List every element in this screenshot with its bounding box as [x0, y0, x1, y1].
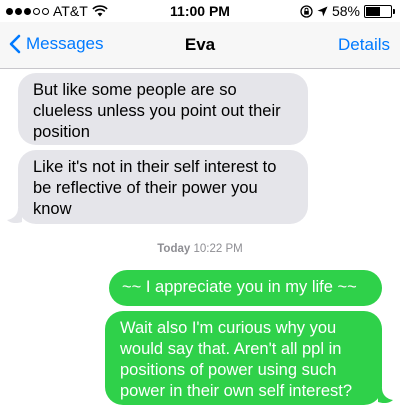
timestamp-day: Today	[157, 243, 191, 255]
message-bubble-received[interactable]: Like it's not in their self interest to …	[18, 150, 308, 224]
location-arrow-icon	[317, 6, 328, 16]
message-text: Like it's not in their self interest to …	[33, 158, 277, 218]
nav-bar: Messages Eva Details	[0, 22, 400, 69]
status-right: 58%	[300, 3, 395, 19]
battery-fill	[366, 6, 380, 16]
message-text: Wait also I'm curious why you would say …	[120, 319, 353, 400]
message-bubble-sent[interactable]: ~~ I appreciate you in my life ~~	[109, 270, 382, 306]
rotation-lock-icon	[300, 4, 313, 18]
message-text: ~~ I appreciate you in my life ~~	[122, 278, 357, 296]
bubble-tail-icon	[378, 388, 393, 404]
message-bubble-received[interactable]: But like some people are so clueless unl…	[18, 73, 308, 145]
timestamp-time: 10:22 PM	[193, 243, 243, 255]
bubble-tail-icon	[7, 208, 22, 224]
message-timestamp: Today 10:22 PM	[0, 243, 400, 255]
message-text: But like some people are so clueless unl…	[33, 81, 281, 141]
battery-percent: 58%	[331, 3, 360, 19]
details-button[interactable]: Details	[338, 35, 390, 55]
battery-icon	[364, 4, 395, 18]
status-bar: AT&T 11:00 PM 58%	[0, 0, 400, 22]
message-bubble-sent[interactable]: Wait also I'm curious why you would say …	[105, 311, 382, 405]
